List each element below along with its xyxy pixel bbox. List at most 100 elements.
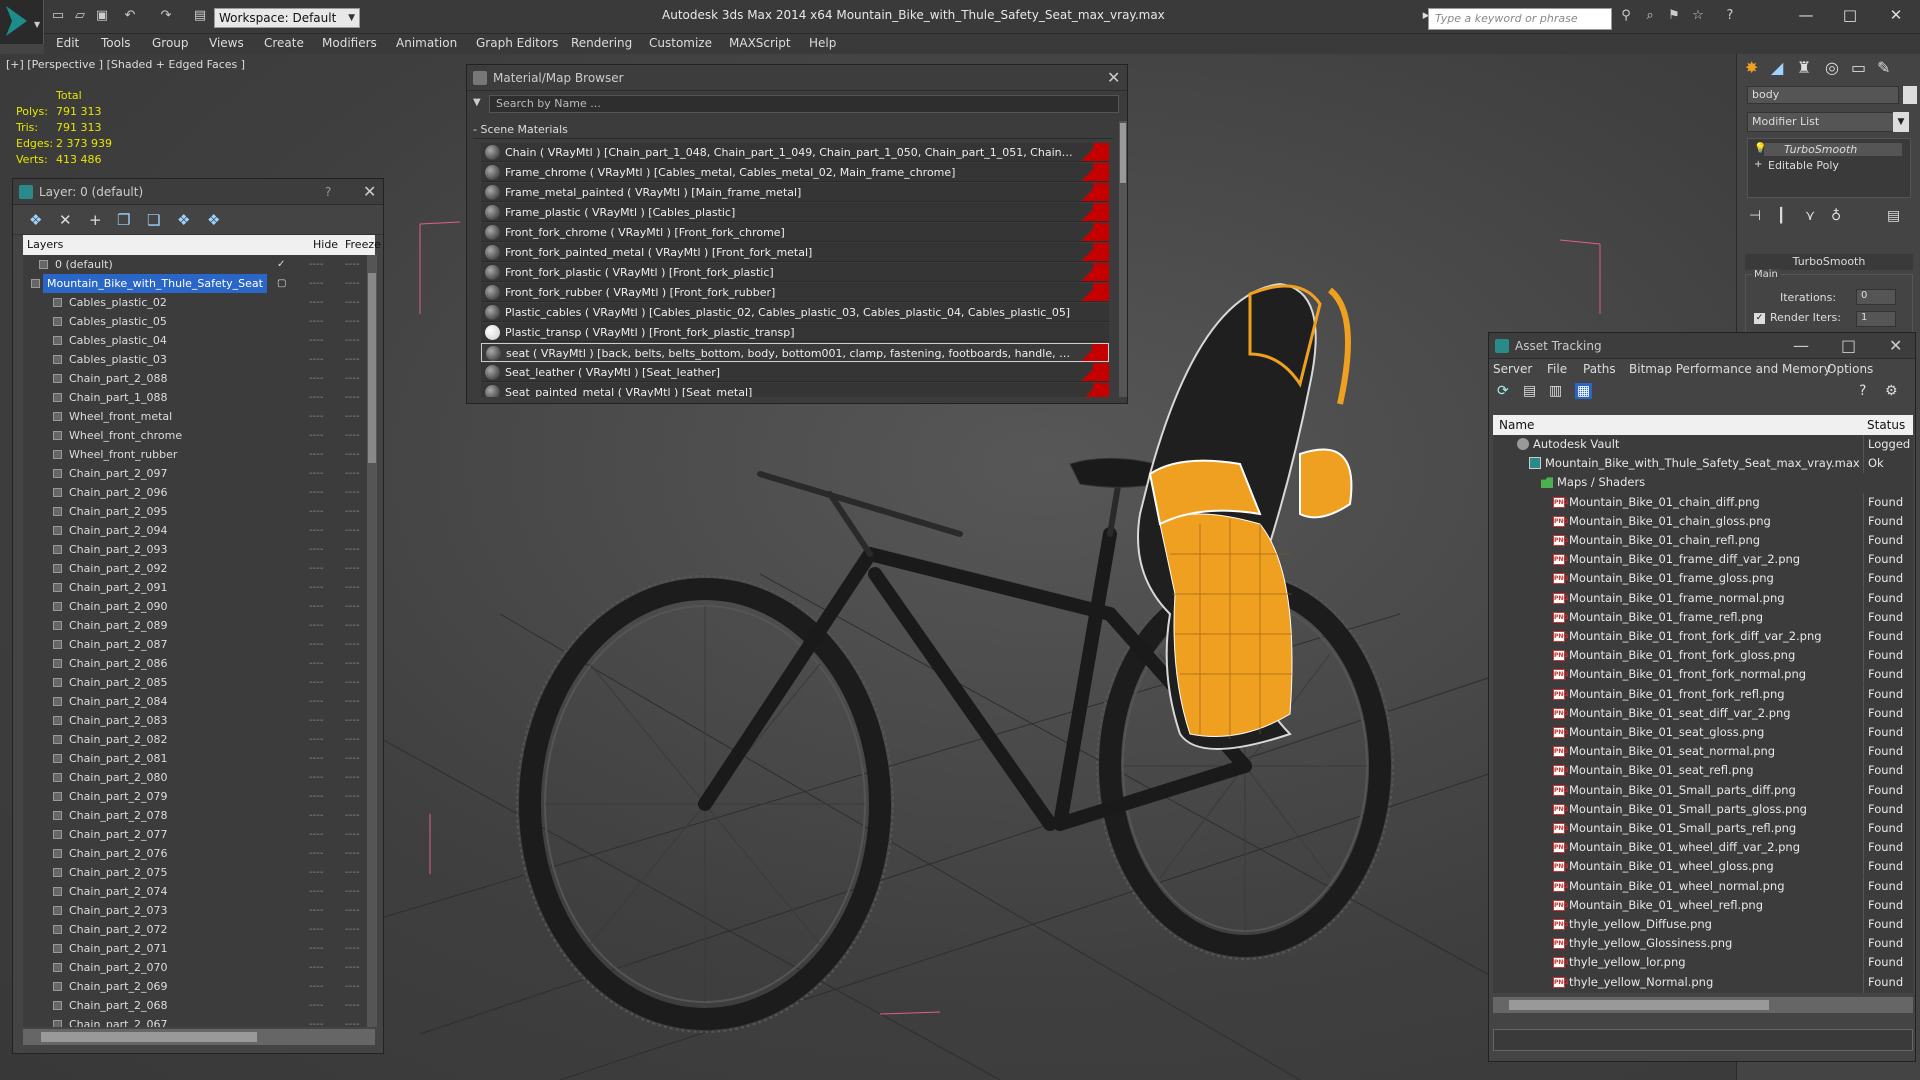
- menu-tools[interactable]: Tools: [101, 36, 131, 50]
- hide-toggle[interactable]: ----: [309, 521, 323, 540]
- search-input[interactable]: Type a keyword or phrase: [1428, 8, 1612, 30]
- asset-row[interactable]: PNG Mountain_Bike_01_Small_parts_refl.png…: [1493, 819, 1913, 838]
- chevron-down-icon[interactable]: ▼: [473, 97, 481, 108]
- hide-toggle[interactable]: ----: [309, 920, 323, 939]
- modifier-list-dropdown[interactable]: Modifier List: [1747, 112, 1909, 132]
- turbosmooth-rollout-header[interactable]: TurboSmooth: [1745, 254, 1913, 270]
- freeze-toggle[interactable]: ----: [345, 863, 359, 882]
- binoculars-icon[interactable]: ⚲: [1618, 9, 1634, 23]
- settings-icon[interactable]: ⚙: [1885, 383, 1898, 399]
- asset-row[interactable]: PNG Mountain_Bike_01_Small_parts_diff.png…: [1493, 780, 1913, 800]
- hide-toggle[interactable]: ----: [309, 825, 323, 844]
- asset-row[interactable]: PNG Mountain_Bike_01_frame_diff_var_2.png…: [1493, 550, 1913, 570]
- material-row[interactable]: Plastic_transp ( VRayMtl ) [Front_fork_p…: [481, 323, 1109, 342]
- refresh-icon[interactable]: ⟳: [1497, 383, 1509, 399]
- close-icon[interactable]: ✕: [1889, 333, 1902, 359]
- layer-row[interactable]: Mountain_Bike_with_Thule_Safety_Seat ▢ ---…: [23, 274, 367, 293]
- help-icon[interactable]: ?: [1722, 9, 1738, 23]
- hide-toggle[interactable]: ----: [309, 730, 323, 749]
- configure-modifier-sets-icon[interactable]: ▤: [1887, 208, 1900, 224]
- material-row[interactable]: Chain ( VRayMtl ) [Chain_part_1_048, Cha…: [481, 143, 1109, 162]
- asset-row[interactable]: PNG Mountain_Bike_01_chain_diff.png Found: [1493, 492, 1913, 512]
- menu-animation[interactable]: Animation: [396, 36, 457, 50]
- freeze-toggle[interactable]: ----: [345, 350, 359, 369]
- stack-item-editable-poly[interactable]: Editable Poly: [1768, 159, 1839, 172]
- hide-toggle[interactable]: ----: [309, 255, 323, 274]
- asset-menu-options[interactable]: Options: [1827, 362, 1873, 376]
- hide-toggle[interactable]: ----: [309, 540, 323, 559]
- pin-stack-icon[interactable]: ⊣: [1749, 208, 1761, 224]
- material-row[interactable]: Frame_metal_painted ( VRayMtl ) [Main_fr…: [481, 183, 1109, 202]
- table-view-icon[interactable]: ▦: [1575, 383, 1593, 399]
- freeze-toggle[interactable]: ----: [345, 958, 359, 977]
- new-file-icon[interactable]: ▭: [50, 9, 66, 23]
- layer-row[interactable]: Chain_part_2_084 ---- ----: [23, 692, 367, 711]
- hide-all-layers-icon[interactable]: ❖: [177, 211, 190, 229]
- freeze-toggle[interactable]: ----: [345, 388, 359, 407]
- layer-row[interactable]: Cables_plastic_04 ---- ----: [23, 331, 367, 350]
- layer-row[interactable]: Chain_part_2_088 ---- ----: [23, 369, 367, 388]
- asset-row[interactable]: PNG Mountain_Bike_01_frame_refl.png Found: [1493, 607, 1913, 627]
- scroll-thumb[interactable]: [1509, 1000, 1769, 1010]
- layer-row[interactable]: Chain_part_2_086 ---- ----: [23, 654, 367, 673]
- scene-materials-group[interactable]: - Scene Materials: [473, 121, 1113, 139]
- layer-row[interactable]: Cables_plastic_03 ---- ----: [23, 350, 367, 369]
- undo-icon[interactable]: ↶: [122, 9, 138, 23]
- render-iters-checkbox[interactable]: ✓: [1754, 313, 1765, 324]
- asset-horizontal-scrollbar[interactable]: [1493, 997, 1913, 1013]
- layer-row[interactable]: Chain_part_2_070 ---- ----: [23, 958, 367, 977]
- scroll-thumb[interactable]: [41, 1032, 257, 1042]
- freeze-toggle[interactable]: ----: [345, 464, 359, 483]
- asset-row[interactable]: Maps / Shaders: [1493, 473, 1913, 492]
- column-layers[interactable]: Layers: [27, 235, 63, 255]
- asset-tracking-title[interactable]: Asset Tracking — □ ✕: [1489, 333, 1915, 359]
- menu-customize[interactable]: Customize: [649, 36, 712, 50]
- layer-row[interactable]: Wheel_front_metal ---- ----: [23, 407, 367, 426]
- column-status[interactable]: Status: [1867, 415, 1905, 435]
- layer-row[interactable]: Cables_plastic_05 ---- ----: [23, 312, 367, 331]
- material-browser-title[interactable]: Material/Map Browser ✕: [467, 65, 1127, 91]
- freeze-toggle[interactable]: ----: [345, 369, 359, 388]
- highlight-layer-icon[interactable]: ❏: [147, 211, 160, 229]
- hide-toggle[interactable]: ----: [309, 597, 323, 616]
- chevron-down-icon[interactable]: ▼: [1893, 112, 1909, 132]
- material-search-input[interactable]: Search by Name ...: [489, 95, 1119, 113]
- asset-row[interactable]: PNG Mountain_Bike_01_seat_normal.png Found: [1493, 742, 1913, 762]
- asset-row[interactable]: Mountain_Bike_with_Thule_Safety_Seat_max…: [1493, 454, 1913, 474]
- hide-toggle[interactable]: ----: [309, 844, 323, 863]
- hide-toggle[interactable]: ----: [309, 806, 323, 825]
- expand-plus-icon[interactable]: +: [1754, 159, 1762, 170]
- remove-modifier-icon[interactable]: ♁: [1831, 208, 1841, 224]
- object-color-swatch[interactable]: [1903, 86, 1917, 104]
- freeze-toggle[interactable]: ----: [345, 749, 359, 768]
- viewport-label[interactable]: [+] [Perspective ] [Shaded + Edged Faces…: [6, 58, 245, 71]
- freeze-toggle[interactable]: ----: [345, 692, 359, 711]
- render-iters-spinner[interactable]: 1: [1856, 311, 1896, 327]
- freeze-toggle[interactable]: ----: [345, 293, 359, 312]
- close-icon[interactable]: ✕: [1884, 6, 1908, 24]
- freeze-toggle[interactable]: ----: [345, 977, 359, 996]
- column-freeze[interactable]: Freeze: [345, 235, 381, 255]
- open-file-icon[interactable]: ▱: [72, 9, 88, 23]
- hide-toggle[interactable]: ----: [309, 863, 323, 882]
- freeze-toggle[interactable]: ----: [345, 274, 359, 293]
- freeze-toggle[interactable]: ----: [345, 996, 359, 1015]
- menu-views[interactable]: Views: [209, 36, 244, 50]
- delete-layer-icon[interactable]: ✕: [59, 211, 72, 229]
- layer-row[interactable]: Chain_part_2_071 ---- ----: [23, 939, 367, 958]
- asset-row[interactable]: PNGthyle_yellow_Reflection.pngFound: [1493, 991, 1913, 993]
- material-row[interactable]: Plastic_cables ( VRayMtl ) [Cables_plast…: [481, 303, 1109, 322]
- material-row[interactable]: Frame_chrome ( VRayMtl ) [Cables_metal, …: [481, 163, 1109, 182]
- help-icon[interactable]: ?: [1859, 383, 1866, 399]
- layer-row[interactable]: Chain_part_2_090 ---- ----: [23, 597, 367, 616]
- layer-row[interactable]: Chain_part_2_075 ---- ----: [23, 863, 367, 882]
- redo-icon[interactable]: ↷: [158, 9, 174, 23]
- hide-toggle[interactable]: ----: [309, 426, 323, 445]
- maximize-icon[interactable]: □: [1838, 6, 1862, 24]
- freeze-toggle[interactable]: ----: [345, 673, 359, 692]
- layer-row[interactable]: Chain_part_2_095 ---- ----: [23, 502, 367, 521]
- layer-row[interactable]: Chain_part_2_081 ---- ----: [23, 749, 367, 768]
- column-name[interactable]: Name: [1499, 415, 1534, 435]
- utilities-tab-icon[interactable]: ✎: [1877, 58, 1890, 77]
- freeze-toggle[interactable]: ----: [345, 502, 359, 521]
